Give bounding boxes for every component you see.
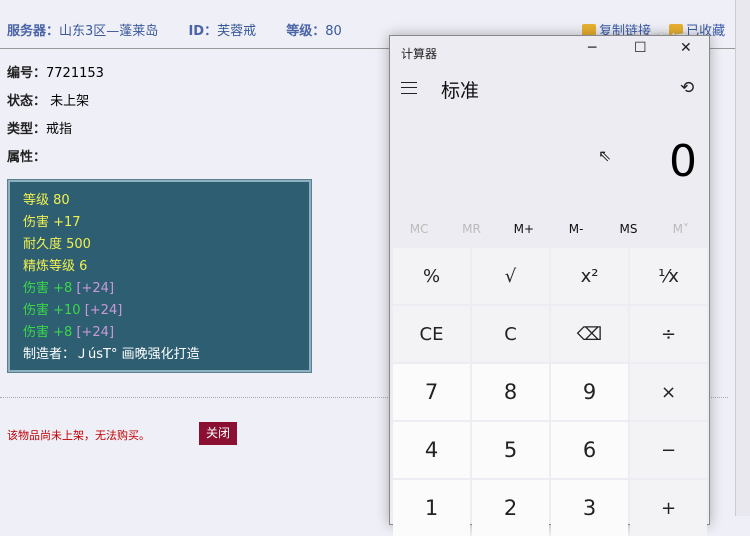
mode-title: 标准 xyxy=(441,80,480,102)
calc-key[interactable]: ⌫ xyxy=(551,306,628,362)
calc-display: 0 xyxy=(669,136,697,187)
calc-key[interactable]: ÷ xyxy=(630,306,707,362)
minimize-button[interactable]: ─ xyxy=(588,40,596,56)
field-type: 类型：戒指 xyxy=(7,122,73,137)
memory-button[interactable]: MC xyxy=(393,222,445,236)
hamburger-menu-icon[interactable] xyxy=(401,82,417,94)
memory-button[interactable]: M˅ xyxy=(655,222,707,236)
window-title: 计算器 xyxy=(401,47,438,61)
warning-text: 该物品尚未上架，无法购买。 xyxy=(7,429,150,442)
calc-key[interactable]: 2 xyxy=(472,480,549,536)
id-label: ID： xyxy=(188,24,218,39)
calc-key[interactable]: 7 xyxy=(393,364,470,420)
calc-key[interactable]: ¹⁄x xyxy=(630,248,707,304)
calc-key[interactable]: x² xyxy=(551,248,628,304)
calc-key[interactable]: % xyxy=(393,248,470,304)
maker-line: 制造者：ＪúsT° 画晚强化打造 xyxy=(23,347,200,362)
calc-key[interactable]: − xyxy=(630,422,707,478)
calc-key[interactable]: 4 xyxy=(393,422,470,478)
field-id: 编号：7721153 xyxy=(7,66,104,81)
calc-key[interactable]: 3 xyxy=(551,480,628,536)
memory-button[interactable]: MS xyxy=(602,222,654,236)
field-status: 状态： 未上架 xyxy=(7,94,90,109)
level-label: 等级： xyxy=(286,24,326,39)
id-value: 芙蓉戒 xyxy=(217,24,257,39)
attr-line: 耐久度 500 xyxy=(23,237,91,252)
mouse-cursor-icon: ⇖ xyxy=(598,146,612,165)
calc-key[interactable]: × xyxy=(630,364,707,420)
history-icon[interactable]: ⟲ xyxy=(680,78,694,98)
attribute-panel: 等级 80 伤害 +17 耐久度 500 精炼等级 6 伤害 +8 [+24] … xyxy=(7,179,312,373)
bonus-line: 伤害 +8 [+24] xyxy=(23,281,115,296)
calc-key[interactable]: √ xyxy=(472,248,549,304)
calc-key[interactable]: 5 xyxy=(472,422,549,478)
item-header: 服务器：山东3区—蓬莱岛 ID：芙蓉戒 等级：80 xyxy=(7,20,368,39)
maximize-button[interactable]: ☐ xyxy=(634,40,647,56)
calc-key[interactable]: CE xyxy=(393,306,470,362)
memory-button[interactable]: M+ xyxy=(498,222,550,236)
attr-line: 等级 80 xyxy=(23,193,70,208)
calc-key[interactable]: C xyxy=(472,306,549,362)
calculator-window: 计算器 ─ ☐ ✕ 标准 ⟲ ⇖ 0 MC MR M+ M- MS M˅ % √ x² ¹⁄x C… xyxy=(389,35,710,536)
calc-key[interactable]: 1 xyxy=(393,480,470,536)
memory-button[interactable]: M- xyxy=(550,222,602,236)
server-label: 服务器： xyxy=(7,24,60,39)
close-window-button[interactable]: ✕ xyxy=(680,40,692,56)
calc-key[interactable]: 9 xyxy=(551,364,628,420)
scrollbar[interactable] xyxy=(735,0,750,516)
calc-key[interactable]: 6 xyxy=(551,422,628,478)
close-button[interactable]: 关闭 xyxy=(199,422,237,445)
calc-key[interactable]: + xyxy=(630,480,707,536)
memory-button[interactable]: MR xyxy=(445,222,497,236)
attr-line: 精炼等级 6 xyxy=(23,259,88,274)
calc-key[interactable]: 8 xyxy=(472,364,549,420)
level-value: 80 xyxy=(325,24,342,39)
attr-line: 伤害 +17 xyxy=(23,215,81,230)
server-value: 山东3区—蓬莱岛 xyxy=(59,24,159,39)
bonus-line: 伤害 +10 [+24] xyxy=(23,303,123,318)
field-attrs: 属性： xyxy=(7,150,47,165)
bonus-line: 伤害 +8 [+24] xyxy=(23,325,115,340)
